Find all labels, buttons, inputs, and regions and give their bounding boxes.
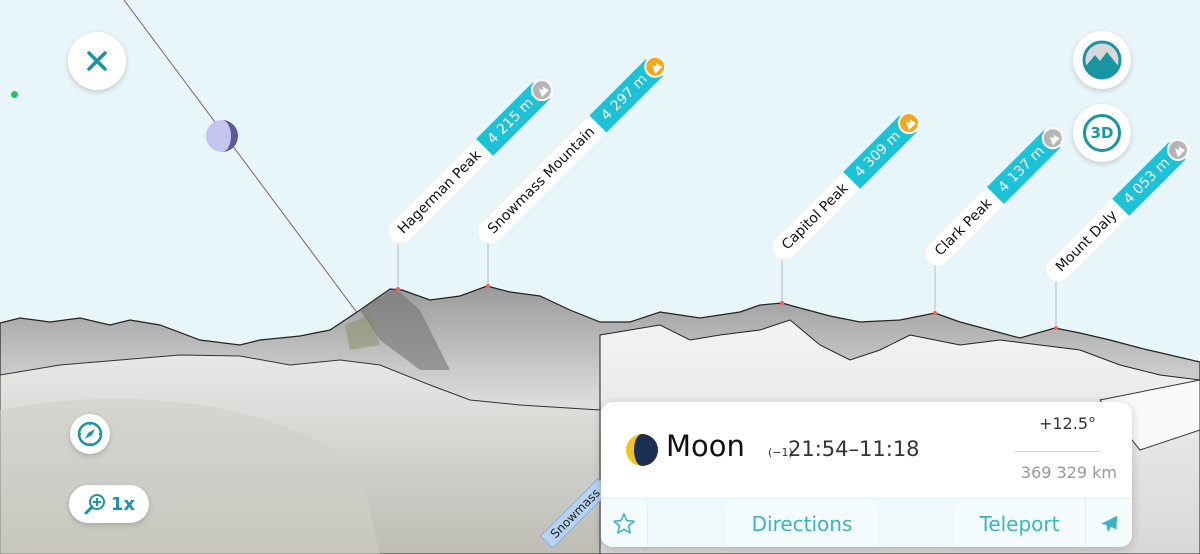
close-icon — [87, 51, 107, 71]
object-info-card[interactable]: Moon (−1) 21:54–11:18 +12.5° 369 329 km … — [601, 402, 1132, 547]
teleport-icon-button[interactable] — [1085, 499, 1132, 547]
location-dot — [11, 91, 18, 98]
moon-phase-icon — [626, 434, 658, 466]
compass-button[interactable] — [70, 414, 110, 454]
zoom-level-button[interactable]: 1x — [69, 485, 149, 523]
card-actions: Directions Teleport — [601, 498, 1132, 547]
card-header: Moon (−1) 21:54–11:18 +12.5° 369 329 km — [601, 402, 1132, 498]
mountain-map-icon — [1082, 40, 1122, 80]
map-mode-button[interactable] — [1073, 31, 1131, 89]
divider — [1014, 451, 1099, 452]
moon-trail-line — [123, 0, 359, 315]
star-icon — [613, 512, 635, 534]
altitude: +12.5° — [1038, 414, 1096, 433]
rise-set-times: 21:54–11:18 — [788, 437, 920, 461]
teleport-button[interactable]: Teleport — [954, 499, 1085, 547]
view-3d-button[interactable]: 3D — [1073, 104, 1131, 162]
compass-icon — [77, 421, 103, 447]
close-button[interactable] — [68, 32, 126, 90]
moon-marker[interactable] — [206, 120, 238, 152]
directions-button[interactable]: Directions — [726, 499, 878, 547]
object-name: Moon — [666, 429, 745, 463]
favorite-button[interactable] — [601, 499, 648, 547]
zoom-level: 1x — [110, 493, 136, 515]
airplane-icon — [1100, 515, 1118, 532]
view-3d-label: 3D — [1083, 114, 1121, 152]
zoom-in-icon — [84, 494, 105, 515]
distance: 369 329 km — [1020, 463, 1117, 482]
